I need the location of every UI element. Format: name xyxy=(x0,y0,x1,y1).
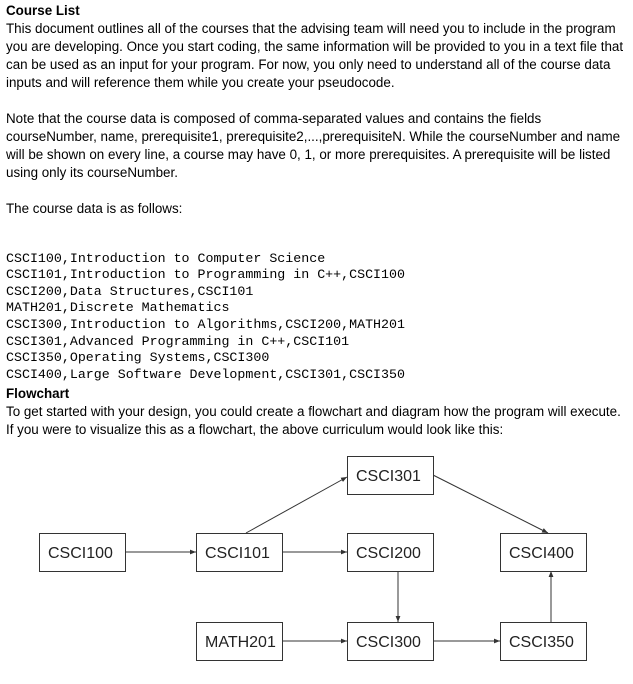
node-label: CSCI200 xyxy=(356,545,421,562)
node-label: CSCI400 xyxy=(509,545,574,562)
flowchart-node-csci350: CSCI350 xyxy=(500,622,587,661)
edge-csci101-to-csci301 xyxy=(245,476,348,534)
flowchart-node-math201: MATH201 xyxy=(196,622,283,661)
node-label: MATH201 xyxy=(205,634,276,651)
node-label: CSCI100 xyxy=(48,545,113,562)
flowchart-node-csci200: CSCI200 xyxy=(347,533,434,572)
node-label: CSCI350 xyxy=(509,634,574,651)
node-label: CSCI101 xyxy=(205,545,270,562)
flowchart-node-csci300: CSCI300 xyxy=(347,622,434,661)
node-label: CSCI301 xyxy=(356,468,421,485)
node-label: CSCI300 xyxy=(356,634,421,651)
edge-csci301-to-csci400 xyxy=(432,474,549,534)
prerequisite-flowchart: CSCI100 CSCI101 CSCI200 CSCI301 CSCI400 MATH2… xyxy=(39,456,587,661)
flowchart-node-csci101: CSCI101 xyxy=(196,533,283,572)
flowchart-node-csci400: CSCI400 xyxy=(500,533,587,572)
flowchart-node-csci301: CSCI301 xyxy=(347,456,434,495)
flowchart-node-csci100: CSCI100 xyxy=(39,533,126,572)
